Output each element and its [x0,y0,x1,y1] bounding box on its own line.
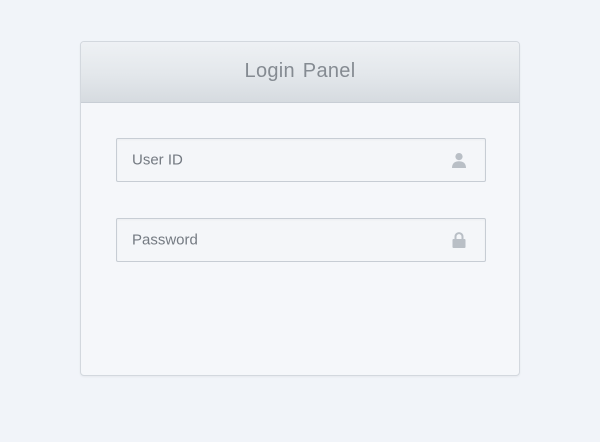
password-input[interactable] [117,219,485,261]
password-field[interactable]: Password [116,218,486,262]
lock-icon [450,231,468,249]
panel-title: Login Panel [244,59,356,82]
user-id-field[interactable]: User ID [116,138,486,182]
user-icon [450,151,468,169]
user-id-input[interactable] [117,139,485,181]
panel-header: Login Panel [81,42,519,103]
login-panel: Login Panel User ID Password [80,41,520,376]
